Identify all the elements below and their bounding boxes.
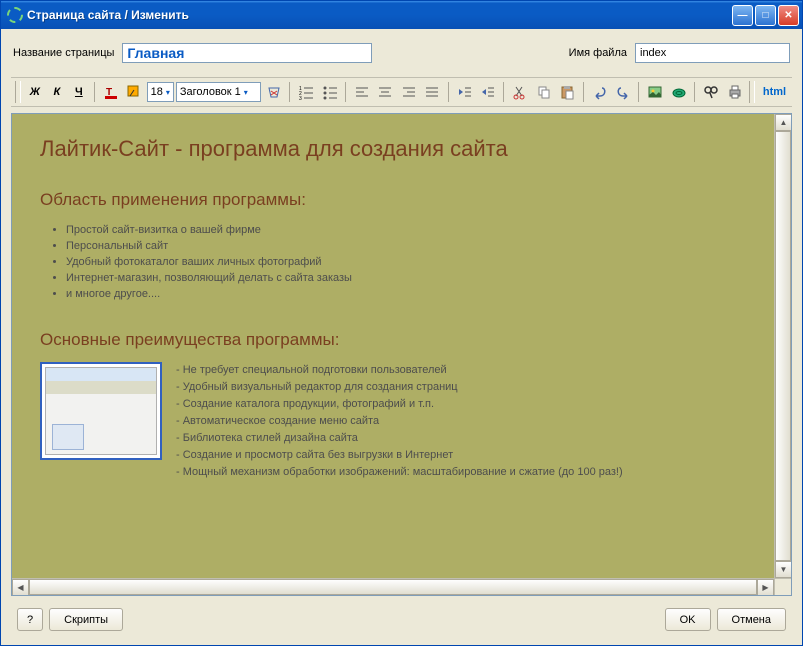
vertical-scrollbar[interactable]: ▲ ▼ — [774, 114, 791, 578]
editor-area: Лайтик-Сайт - программа для создания сай… — [11, 113, 792, 596]
italic-button[interactable]: К — [47, 81, 67, 103]
list-item: - Автоматическое создание меню сайта — [176, 413, 623, 430]
titlebar: Страница сайта / Изменить — □ ✕ — [1, 1, 802, 29]
scroll-down-icon[interactable]: ▼ — [775, 561, 791, 578]
toolbar-grip — [15, 81, 21, 103]
list-item: и многое другое.... — [66, 286, 746, 302]
minimize-button[interactable]: — — [732, 5, 753, 26]
footer-bar: ? Скрипты OK Отмена — [11, 600, 792, 637]
window-title: Страница сайта / Изменить — [27, 8, 732, 22]
insert-link-button[interactable] — [668, 81, 689, 103]
content-h1: Лайтик-Сайт - программа для создания сай… — [40, 136, 746, 162]
html-source-button[interactable]: html — [759, 86, 790, 98]
list-item: Удобный фотокаталог ваших личных фотогра… — [66, 254, 746, 270]
horizontal-scrollbar[interactable]: ◀ ▶ — [12, 578, 791, 595]
toolbar-grip-end — [749, 81, 755, 103]
close-button[interactable]: ✕ — [778, 5, 799, 26]
editor-content[interactable]: Лайтик-Сайт - программа для создания сай… — [12, 114, 774, 578]
list-item: - Мощный механизм обработки изображений:… — [176, 464, 623, 481]
list-item: - Удобный визуальный редактор для создан… — [176, 379, 623, 396]
scripts-button[interactable]: Скрипты — [49, 608, 123, 631]
cancel-button[interactable]: Отмена — [717, 608, 786, 631]
bold-button[interactable]: Ж — [25, 81, 45, 103]
adv-list: - Не требует специальной подготовки поль… — [176, 362, 623, 481]
list-item: - Создание и просмотр сайта без выгрузки… — [176, 447, 623, 464]
redo-button[interactable] — [612, 81, 633, 103]
clear-format-button[interactable] — [263, 81, 284, 103]
align-justify-button[interactable] — [421, 81, 442, 103]
list-item: Персональный сайт — [66, 238, 746, 254]
scroll-up-icon[interactable]: ▲ — [775, 114, 791, 131]
content-h2-scope: Область применения программы: — [40, 190, 746, 210]
insert-image-button[interactable] — [644, 81, 665, 103]
editor-toolbar: Ж К Ч T 18▾ Заголовок 1▾ 123 — [11, 77, 792, 107]
paste-button[interactable] — [556, 81, 577, 103]
align-center-button[interactable] — [374, 81, 395, 103]
list-ordered-button[interactable]: 123 — [295, 81, 316, 103]
ok-button[interactable]: OK — [665, 608, 711, 631]
scope-list: Простой сайт-визитка о вашей фирме Персо… — [66, 222, 746, 302]
file-name-input[interactable] — [635, 43, 790, 63]
text-color-button[interactable]: T — [100, 81, 121, 103]
cut-button[interactable] — [509, 81, 530, 103]
list-item: Простой сайт-визитка о вашей фирме — [66, 222, 746, 238]
page-name-label: Название страницы — [13, 47, 114, 59]
bg-color-button[interactable] — [123, 81, 144, 103]
content-h2-adv: Основные преимущества программы: — [40, 330, 746, 350]
undo-button[interactable] — [589, 81, 610, 103]
list-item: - Не требует специальной подготовки поль… — [176, 362, 623, 379]
file-name-label: Имя файла — [569, 47, 627, 59]
page-name-input[interactable] — [122, 43, 372, 63]
font-size-select[interactable]: 18▾ — [147, 82, 174, 102]
list-bullet-button[interactable] — [319, 81, 340, 103]
help-button[interactable]: ? — [17, 608, 43, 631]
align-right-button[interactable] — [398, 81, 419, 103]
align-left-button[interactable] — [351, 81, 372, 103]
copy-button[interactable] — [533, 81, 554, 103]
scroll-right-icon[interactable]: ▶ — [757, 579, 774, 596]
indent-button[interactable] — [477, 81, 498, 103]
maximize-button[interactable]: □ — [755, 5, 776, 26]
outdent-button[interactable] — [454, 81, 475, 103]
header-fields: Название страницы Имя файла — [11, 37, 792, 73]
app-icon — [7, 7, 23, 23]
list-item: - Создание каталога продукции, фотографи… — [176, 396, 623, 413]
underline-button[interactable]: Ч — [69, 81, 89, 103]
print-button[interactable] — [724, 81, 745, 103]
heading-select[interactable]: Заголовок 1▾ — [176, 82, 261, 102]
list-item: - Библиотека стилей дизайна сайта — [176, 430, 623, 447]
app-window: Страница сайта / Изменить — □ ✕ Название… — [0, 0, 803, 646]
list-item: Интернет-магазин, позволяющий делать с с… — [66, 270, 746, 286]
find-button[interactable] — [700, 81, 721, 103]
svg-text:3: 3 — [299, 96, 302, 100]
thumbnail-image — [40, 362, 162, 460]
scroll-left-icon[interactable]: ◀ — [12, 579, 29, 596]
